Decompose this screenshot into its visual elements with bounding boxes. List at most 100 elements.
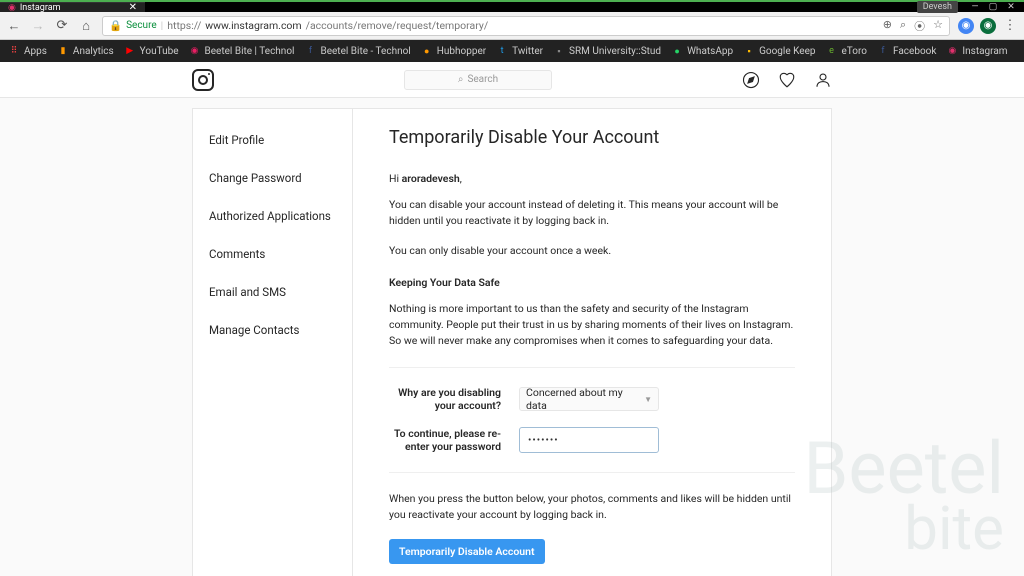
reason-select[interactable]: Concerned about my data ▼ <box>519 387 659 411</box>
home-icon[interactable]: ⌂ <box>78 18 94 34</box>
bookmark-item[interactable]: ◉ Instagram <box>946 45 1007 57</box>
bookmark-favicon-icon: ● <box>671 45 683 57</box>
disable-info-2: You can only disable your account once a… <box>389 243 795 259</box>
bookmarks-bar: ⠿ Apps ▮ Analytics ▶ YouTube ◉ Beetel Bite | Te… <box>0 40 1024 62</box>
site-header: ⌕ Search <box>0 62 1024 98</box>
search-input[interactable]: ⌕ Search <box>404 70 552 90</box>
search-placeholder: Search <box>467 74 498 85</box>
bookmark-item[interactable]: ● Hubhopper <box>421 45 486 57</box>
bookmark-item[interactable]: ▪ Google Keep <box>743 45 815 57</box>
bookmark-label: Beetel Bite | Technol <box>205 46 295 57</box>
sidebar-item[interactable]: Edit Profile <box>193 121 352 159</box>
address-bar[interactable]: 🔒 Secure | https://www.instagram.com/acc… <box>102 16 950 36</box>
heart-icon[interactable] <box>778 71 796 89</box>
bookmark-item[interactable]: f Facebook <box>877 45 936 57</box>
sidebar-item[interactable]: Change Password <box>193 159 352 197</box>
bookmark-item[interactable]: ▪ SRM University::Stud <box>553 45 661 57</box>
search-icon: ⌕ <box>458 74 464 85</box>
url-prefix: https:// <box>167 19 201 32</box>
bookmark-item[interactable]: t Twitter <box>496 45 543 57</box>
back-icon[interactable]: ← <box>6 18 22 34</box>
bookmark-favicon-icon: ▪ <box>743 45 755 57</box>
bookmark-favicon-icon: f <box>304 45 316 57</box>
reason-row: Why are you disabling your account? Conc… <box>389 386 795 413</box>
bookmark-favicon-icon: t <box>496 45 508 57</box>
bookmark-favicon-icon: ◉ <box>946 45 958 57</box>
window-controls: Devesh — ▢ ✕ <box>917 2 1024 12</box>
bookmark-favicon-icon: ▶ <box>124 45 136 57</box>
browser-toolbar: ← → ⟳ ⌂ 🔒 Secure | https://www.instagram… <box>0 12 1024 40</box>
translate-icon[interactable]: ⦿ <box>914 18 925 34</box>
password-row: To continue, please re-enter your passwo… <box>389 427 795 454</box>
bookmark-favicon-icon: f <box>877 45 889 57</box>
bookmark-item[interactable]: ▶ YouTube <box>124 45 179 57</box>
instagram-logo-icon[interactable] <box>192 69 214 91</box>
page-title: Temporarily Disable Your Account <box>389 127 795 148</box>
instagram-favicon-icon: ◉ <box>8 3 16 13</box>
star-icon[interactable]: ☆ <box>933 18 943 34</box>
confirm-info: When you press the button below, your ph… <box>389 491 795 523</box>
bookmark-item[interactable]: eeToro <box>826 45 867 57</box>
disable-account-button[interactable]: Temporarily Disable Account <box>389 539 545 564</box>
bookmark-favicon-icon: ▮ <box>57 45 69 57</box>
lock-icon: 🔒 <box>109 19 122 32</box>
sidebar-item[interactable]: Manage Contacts <box>193 311 352 349</box>
bookmark-item[interactable]: ⠿ Apps <box>8 45 47 57</box>
bookmark-label: Beetel Bite - Technol <box>320 46 410 57</box>
bookmark-label: SRM University::Stud <box>569 46 661 57</box>
bookmark-item[interactable]: ● WhatsApp <box>671 45 733 57</box>
bookmark-item[interactable]: ◉ Beetel Bite | Technol <box>189 45 295 57</box>
divider <box>389 367 795 368</box>
browser-tab-strip: ◉ Instagram ✕ Devesh — ▢ ✕ <box>0 0 1024 12</box>
forward-icon[interactable]: → <box>30 18 46 34</box>
disable-info-1: You can disable your account instead of … <box>389 197 795 229</box>
extension-icon[interactable]: ◉ <box>958 18 974 34</box>
menu-icon[interactable]: ⋮ <box>1002 18 1018 33</box>
close-icon[interactable]: ✕ <box>129 2 137 13</box>
bookmark-label: Facebook <box>893 46 936 57</box>
bookmark-label: YouTube <box>140 46 179 57</box>
reason-label: Why are you disabling your account? <box>389 386 519 413</box>
extension-icon[interactable]: ◉ <box>980 18 996 34</box>
zoom-icon[interactable]: ⊕ <box>883 18 892 34</box>
settings-main: Temporarily Disable Your Account Hi aror… <box>353 109 831 576</box>
password-label: To continue, please re-enter your passwo… <box>389 427 519 454</box>
bookmark-label: Analytics <box>73 46 114 57</box>
key-icon[interactable]: ⌕ <box>900 18 906 34</box>
bookmark-label: Apps <box>24 46 47 57</box>
data-safety-text: Nothing is more important to us than the… <box>389 301 795 348</box>
reason-value: Concerned about my data <box>526 386 644 412</box>
password-input[interactable] <box>519 427 659 453</box>
page-body: ⌕ Search Edit ProfileChange PasswordAuth… <box>0 62 1024 576</box>
maximize-icon[interactable]: ▢ <box>986 1 1000 13</box>
settings-card: Edit ProfileChange PasswordAuthorized Ap… <box>192 108 832 576</box>
minimize-icon[interactable]: — <box>968 1 982 13</box>
bookmark-label: Hubhopper <box>437 46 486 57</box>
reload-icon[interactable]: ⟳ <box>54 18 70 33</box>
profile-icon[interactable] <box>814 71 832 89</box>
url-host: www.instagram.com <box>205 19 301 32</box>
bookmark-favicon-icon: ▪ <box>553 45 565 57</box>
sidebar-item[interactable]: Authorized Applications <box>193 197 352 235</box>
chevron-down-icon: ▼ <box>644 395 652 404</box>
bookmark-favicon-icon: ● <box>421 45 433 57</box>
username: aroradevesh <box>402 172 460 185</box>
bookmark-label: Google Keep <box>759 46 815 57</box>
divider <box>389 472 795 473</box>
bookmark-label: Instagram <box>962 46 1007 57</box>
bookmark-item[interactable]: f Beetel Bite - Technol <box>304 45 410 57</box>
bookmark-label: Twitter <box>512 46 543 57</box>
bookmark-favicon-icon: ⠿ <box>8 45 20 57</box>
sidebar-item[interactable]: Email and SMS <box>193 273 352 311</box>
browser-tab[interactable]: ◉ Instagram ✕ <box>0 2 145 12</box>
section-heading: Keeping Your Data Safe <box>389 276 795 289</box>
sidebar-item[interactable]: Comments <box>193 235 352 273</box>
bookmark-label: eToro <box>842 46 867 57</box>
profile-chip[interactable]: Devesh <box>917 1 958 13</box>
tab-title: Instagram <box>20 3 125 13</box>
explore-icon[interactable] <box>742 71 760 89</box>
bookmark-item[interactable]: ▮ Analytics <box>57 45 114 57</box>
bookmark-label: WhatsApp <box>687 46 733 57</box>
close-window-icon[interactable]: ✕ <box>1004 1 1018 13</box>
bookmark-favicon-icon: ◉ <box>189 45 201 57</box>
